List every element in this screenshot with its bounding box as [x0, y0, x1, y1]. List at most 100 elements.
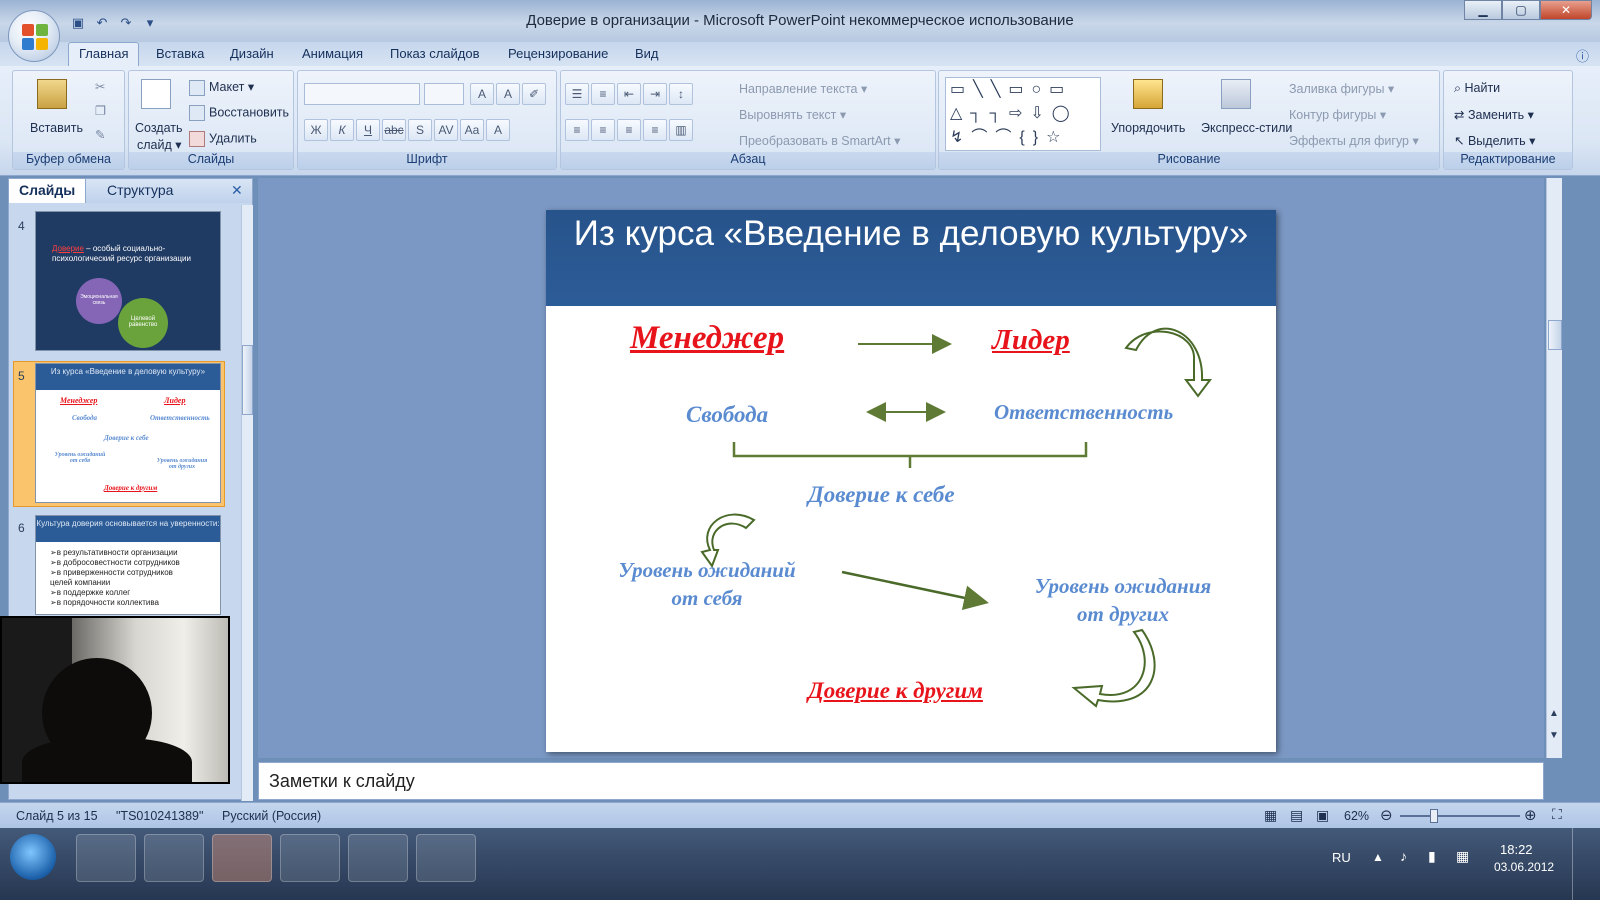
find-button[interactable]: ⌕ Найти: [1454, 81, 1500, 96]
grow-font-icon[interactable]: A: [470, 83, 494, 105]
slide-thumb-4[interactable]: Доверие – особый социально-психологическ…: [35, 211, 221, 351]
maximize-button[interactable]: ▢: [1502, 0, 1540, 20]
help-icon[interactable]: ⓘ: [1576, 46, 1589, 65]
delete-slide-button[interactable]: Удалить: [189, 131, 257, 147]
shape-effects-button[interactable]: Эффекты для фигур ▾: [1289, 133, 1419, 148]
chrome-taskbar-icon[interactable]: [348, 834, 408, 882]
start-button[interactable]: [10, 834, 56, 880]
arrange-button[interactable]: Упорядочить: [1111, 121, 1185, 135]
bullets-icon[interactable]: ☰: [565, 83, 589, 105]
close-pane-icon[interactable]: ✕: [231, 182, 243, 199]
tray-expand-icon[interactable]: ▲: [1372, 850, 1384, 864]
text-responsibility[interactable]: Ответственность: [994, 400, 1173, 425]
quick-styles-icon[interactable]: [1221, 79, 1251, 109]
shape-fill-button[interactable]: Заливка фигуры ▾: [1289, 81, 1394, 96]
tab-animation[interactable]: Анимация: [302, 46, 363, 61]
skype-taskbar-icon[interactable]: [416, 834, 476, 882]
slideshow-view-icon[interactable]: ▣: [1316, 807, 1329, 824]
text-freedom[interactable]: Свобода: [686, 402, 768, 428]
slide-scrollbar[interactable]: ▲ ▼: [1546, 178, 1562, 758]
tab-slides[interactable]: Слайды: [9, 179, 87, 203]
tab-design[interactable]: Дизайн: [230, 46, 274, 61]
zoom-slider[interactable]: [1400, 815, 1520, 817]
align-center-icon[interactable]: ≡: [591, 119, 615, 141]
brace[interactable]: [732, 442, 1088, 468]
copy-icon[interactable]: ❐: [95, 103, 106, 118]
text-manager[interactable]: Менеджер: [630, 320, 784, 357]
tab-review[interactable]: Рецензирование: [508, 46, 608, 61]
shapes-gallery[interactable]: ▭╲╲▭○▭ △┐┐⇨⇩◯ ↯⌒⌒{}☆: [945, 77, 1101, 151]
layout-button[interactable]: Макет ▾: [189, 79, 254, 96]
close-button[interactable]: ✕: [1540, 0, 1592, 20]
prev-slide-icon[interactable]: ▲: [1549, 708, 1559, 719]
show-desktop-button[interactable]: [1572, 828, 1600, 900]
spacing-icon[interactable]: AV: [434, 119, 458, 141]
cut-icon[interactable]: ✂: [95, 79, 105, 94]
thumbs-scrollbar[interactable]: [241, 205, 253, 801]
case-icon[interactable]: Aa: [460, 119, 484, 141]
status-theme[interactable]: "TS010241389": [116, 809, 203, 823]
app-taskbar-icon[interactable]: [144, 834, 204, 882]
replace-button[interactable]: ⇄ Заменить ▾: [1454, 107, 1534, 122]
arrow-diagonal[interactable]: [841, 570, 989, 611]
numbering-icon[interactable]: ≡: [591, 83, 615, 105]
columns-icon[interactable]: ▥: [669, 119, 693, 141]
clear-format-icon[interactable]: ✐: [522, 83, 546, 105]
tab-home[interactable]: Главная: [68, 42, 140, 67]
tray-date[interactable]: 03.06.2012: [1494, 860, 1554, 874]
line-spacing-icon[interactable]: ↕: [669, 83, 693, 105]
curved-arrow-3[interactable]: [1071, 628, 1156, 708]
align-left-icon[interactable]: ≡: [565, 119, 589, 141]
fit-window-icon[interactable]: ⛶: [1552, 806, 1562, 823]
underline-icon[interactable]: Ч: [356, 119, 380, 141]
font-name-combo[interactable]: [304, 83, 420, 105]
minimize-button[interactable]: ▁: [1464, 0, 1502, 20]
tab-insert[interactable]: Вставка: [156, 46, 204, 61]
new-slide-button[interactable]: Создать: [135, 121, 183, 135]
select-button[interactable]: ↖ Выделить ▾: [1454, 133, 1535, 148]
smartart-button[interactable]: Преобразовать в SmartArt ▾: [739, 133, 900, 148]
word-taskbar-icon[interactable]: [280, 834, 340, 882]
font-size-combo[interactable]: [424, 83, 464, 105]
text-direction-button[interactable]: Направление текста ▾: [739, 81, 867, 96]
status-language[interactable]: Русский (Россия): [222, 809, 321, 823]
volume-icon[interactable]: ♪: [1400, 848, 1407, 864]
shape-outline-button[interactable]: Контур фигуры ▾: [1289, 107, 1386, 122]
paste-button[interactable]: Вставить: [30, 121, 83, 135]
zoom-slider-thumb[interactable]: [1430, 809, 1438, 823]
new-slide-icon[interactable]: [141, 79, 171, 109]
tray-language[interactable]: RU: [1332, 850, 1351, 865]
arrange-icon[interactable]: [1133, 79, 1163, 109]
network-icon[interactable]: ▦: [1456, 848, 1469, 865]
reset-button[interactable]: Восстановить: [189, 105, 289, 121]
zoom-out-icon[interactable]: ⊖: [1380, 806, 1393, 824]
office-button[interactable]: [8, 10, 60, 62]
sorter-view-icon[interactable]: ▤: [1290, 807, 1303, 824]
tab-view[interactable]: Вид: [635, 46, 659, 61]
slide-thumb-5[interactable]: Из курса «Введение в деловую культуру» М…: [35, 363, 221, 503]
text-expect-others[interactable]: Уровень ожидания от других: [1018, 572, 1228, 628]
justify-icon[interactable]: ≡: [643, 119, 667, 141]
zoom-level[interactable]: 62%: [1344, 809, 1369, 823]
normal-view-icon[interactable]: ▦: [1264, 807, 1277, 824]
curved-arrow-1[interactable]: [1124, 327, 1212, 398]
slide[interactable]: Из курса «Введение в деловую культуру» М…: [546, 210, 1276, 752]
shadow-icon[interactable]: S: [408, 119, 432, 141]
text-trust-others[interactable]: Доверие к другим: [808, 678, 983, 704]
tray-time[interactable]: 18:22: [1500, 842, 1533, 857]
next-slide-icon[interactable]: ▼: [1549, 730, 1559, 741]
align-text-button[interactable]: Выровнять текст ▾: [739, 107, 846, 122]
explorer-taskbar-icon[interactable]: [76, 834, 136, 882]
shrink-font-icon[interactable]: A: [496, 83, 520, 105]
slide-thumb-6[interactable]: Культура доверия основывается на уверенн…: [35, 515, 221, 615]
bold-icon[interactable]: Ж: [304, 119, 328, 141]
power-icon[interactable]: ▮: [1428, 848, 1436, 865]
new-slide-dropdown[interactable]: слайд ▾: [137, 137, 182, 152]
text-self-trust[interactable]: Доверие к себе: [808, 482, 955, 508]
paste-icon[interactable]: [37, 79, 67, 109]
quick-styles-button[interactable]: Экспресс-стили: [1201, 121, 1292, 135]
strikethrough-icon[interactable]: abc: [382, 119, 406, 141]
scroll-thumb[interactable]: [242, 345, 253, 415]
zoom-in-icon[interactable]: ⊕: [1524, 806, 1537, 824]
text-leader[interactable]: Лидер: [992, 324, 1070, 357]
